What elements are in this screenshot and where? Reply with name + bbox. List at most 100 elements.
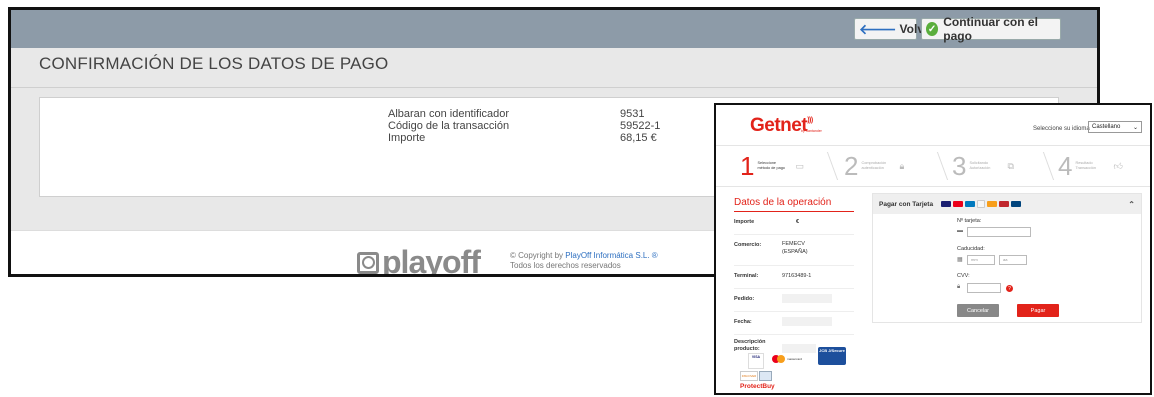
title-divider xyxy=(11,87,1097,88)
step-3: 3 Solicitando Autorización ⧉ xyxy=(952,150,1014,181)
copyright-company-link[interactable]: PlayOff Informática S.L. ® xyxy=(565,251,657,260)
detail-label-amount: Importe xyxy=(388,132,426,144)
maestro-icon xyxy=(965,201,976,207)
mastercard-icon xyxy=(953,201,964,207)
row-value-empty xyxy=(782,294,832,303)
getnet-logo: Getnet))) xyxy=(750,115,813,137)
step-2: 2 Comprobación autenticación 🔒︎ xyxy=(844,150,905,181)
operation-data-panel: Datos de la operación Importe € Comercio… xyxy=(734,193,854,361)
card-icon: ▭ xyxy=(795,160,804,171)
step-number: 2 xyxy=(844,150,859,181)
back-button[interactable]: 🡐 Volver xyxy=(854,18,935,40)
row-key: Descripción producto: xyxy=(734,339,766,352)
thumbs-up-icon: 👍︎ xyxy=(1113,160,1123,171)
card-payment-header[interactable]: Pagar con Tarjeta ⌃ xyxy=(873,194,1141,214)
playoff-logo: playoff xyxy=(357,244,481,277)
copyright-notice: © Copyright by PlayOff Informática S.L. … xyxy=(510,251,658,271)
row-key: Fecha: xyxy=(734,319,752,325)
step-4: 4 Resultado Transacción 👍︎ xyxy=(1058,150,1123,181)
card-number-label: Nº tarjeta: xyxy=(957,218,982,224)
row-value: FEMECV (ESPAÑA) xyxy=(782,241,808,255)
jcb-secure-logo: JCB J/Secure xyxy=(818,347,846,365)
getnet-brand-text: Getnet xyxy=(750,115,808,136)
payment-steps: 1 Seleccione método de pago ▭ 2 Comproba… xyxy=(716,146,1150,187)
collapse-icon[interactable]: ⌃ xyxy=(1128,200,1135,209)
mastercard-logo: mastercard xyxy=(772,355,802,363)
row-value-empty xyxy=(782,317,832,326)
lock-icon: 🔒︎ xyxy=(899,160,905,171)
detail-value-transaction: 59522-1 xyxy=(620,120,661,132)
pay-button-label: Pagar xyxy=(1030,307,1046,314)
operation-row-merchant: Comercio: FEMECV (ESPAÑA) xyxy=(734,235,854,266)
getnet-payment-screen: Getnet))) by Santander Seleccione su idi… xyxy=(714,103,1152,395)
arrow-left-icon: 🡐 xyxy=(859,20,897,37)
card-payment-panel: Pagar con Tarjeta ⌃ Nº tarjeta: ▬ Caduci… xyxy=(872,193,1142,323)
expiry-year-input[interactable]: aa xyxy=(999,255,1027,265)
step-label: Resultado Transacción xyxy=(1075,161,1097,170)
signal-icon: ))) xyxy=(807,117,813,124)
getnet-header: Getnet))) by Santander Seleccione su idi… xyxy=(716,105,1150,146)
operation-data-title: Datos de la operación xyxy=(734,193,854,212)
help-icon[interactable]: ? xyxy=(1006,285,1013,292)
discover-logo: DISCOVER xyxy=(740,371,758,381)
cvv-label: CVV: xyxy=(957,273,970,279)
card-number-input[interactable] xyxy=(967,227,1031,237)
playoff-logo-text: playoff xyxy=(382,244,481,277)
step-number: 3 xyxy=(952,150,967,181)
continue-payment-button[interactable]: ✓ Continuar con el pago xyxy=(921,15,1061,43)
detail-value-albaran: 9531 xyxy=(620,108,645,120)
step-separator xyxy=(1030,152,1055,180)
cancel-button-label: Cancelar xyxy=(966,307,989,314)
card-icon xyxy=(977,200,986,208)
language-select-value: Castellano xyxy=(1092,124,1121,130)
detail-label-transaction: Código de la transacción xyxy=(388,120,510,132)
row-value: € xyxy=(796,219,800,225)
pay-button[interactable]: Pagar xyxy=(1017,304,1059,317)
card-icon: ▬ xyxy=(957,228,963,234)
continue-payment-label: Continuar con el pago xyxy=(943,15,1038,43)
step-1: 1 Seleccione método de pago ▭ xyxy=(740,150,804,181)
getnet-brand-sub: by Santander xyxy=(801,129,822,133)
expiry-label: Caducidad: xyxy=(957,246,985,252)
cvv-input[interactable] xyxy=(967,283,1001,293)
jcb-icon xyxy=(999,201,1010,207)
protectbuy-logo: ProtectBuy xyxy=(740,383,775,390)
chevron-down-icon: ⌄ xyxy=(1132,124,1138,131)
step-separator xyxy=(814,152,839,180)
detail-label-albaran: Albaran con identificador xyxy=(388,108,510,120)
operation-row-terminal: Terminal: 97163489-1 xyxy=(734,266,854,289)
rights-reserved: Todos los derechos reservados xyxy=(510,261,621,270)
copyright-prefix: © Copyright by xyxy=(510,251,566,260)
expiry-month-input[interactable]: mm xyxy=(967,255,995,265)
card-payment-title: Pagar con Tarjeta xyxy=(879,200,934,208)
operation-row-order: Pedido: xyxy=(734,289,854,312)
detail-value-amount: 68,15 € xyxy=(620,132,657,144)
step-label: Solicitando Autorización xyxy=(969,161,991,170)
card-logo xyxy=(759,371,772,381)
expiry-year-placeholder: aa xyxy=(1003,257,1008,262)
expiry-month-placeholder: mm xyxy=(971,257,978,262)
top-toolbar: 🡐 Volver ✓ Continuar con el pago xyxy=(11,10,1097,48)
cancel-button[interactable]: Cancelar xyxy=(957,304,999,317)
authorization-icon: ⧉ xyxy=(1007,160,1014,171)
row-value-empty xyxy=(782,344,816,353)
discover-icon xyxy=(987,201,998,207)
calendar-icon: ▦ xyxy=(957,257,963,263)
step-number: 4 xyxy=(1058,150,1073,181)
row-key: Comercio: xyxy=(734,242,762,248)
operation-row-amount: Importe € xyxy=(734,212,854,235)
language-label: Seleccione su idioma xyxy=(1033,126,1090,132)
check-circle-icon: ✓ xyxy=(926,22,939,36)
row-value: 97163489-1 xyxy=(782,273,812,279)
page-title: CONFIRMACIÓN DE LOS DATOS DE PAGO xyxy=(39,54,389,73)
step-separator xyxy=(924,152,949,180)
step-label: Comprobación autenticación xyxy=(861,161,887,170)
operation-row-date: Fecha: xyxy=(734,312,854,335)
card-brand-icons xyxy=(939,200,1022,208)
step-number: 1 xyxy=(740,150,755,181)
row-key: Importe xyxy=(734,219,755,225)
row-key: Pedido: xyxy=(734,296,755,302)
language-select[interactable]: Castellano ⌄ xyxy=(1088,121,1142,133)
visa-logo: VISA xyxy=(748,353,764,369)
lock-icon: 🔒︎ xyxy=(957,284,961,290)
